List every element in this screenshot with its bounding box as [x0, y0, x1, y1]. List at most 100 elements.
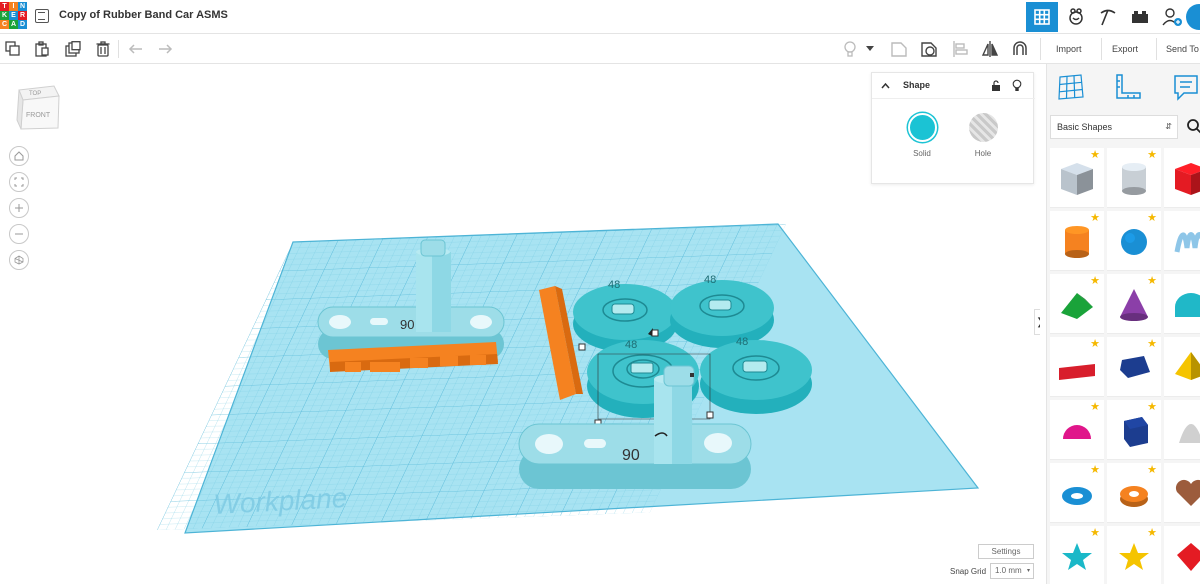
round-roof-shape-icon [1175, 293, 1200, 317]
workplane-button[interactable] [1057, 73, 1085, 101]
shape-tile-polygon[interactable]: ★ [1107, 337, 1161, 397]
settings-button[interactable]: Settings [978, 544, 1034, 559]
shape-tile-round-roof[interactable]: ★ [1164, 274, 1200, 334]
hide-button[interactable] [919, 39, 939, 59]
document-title[interactable]: Copy of Rubber Band Car ASMS [59, 9, 228, 21]
shape-tile-paraboloid[interactable]: ★ [1164, 400, 1200, 460]
shape-search-button[interactable] [1186, 118, 1200, 134]
ruler-icon [1116, 74, 1141, 99]
favorite-star-icon[interactable]: ★ [1147, 402, 1157, 413]
grid-view-button[interactable] [1026, 2, 1058, 32]
delete-icon [96, 41, 110, 57]
bricks-mode-button[interactable] [1092, 2, 1124, 32]
box-hole-shape-icon [1061, 163, 1093, 195]
profile-avatar[interactable] [1186, 4, 1200, 30]
favorite-star-icon[interactable]: ★ [1147, 528, 1157, 539]
zoom-in-button[interactable] [9, 198, 29, 218]
shape-tile-cylinder-hole[interactable]: ★ [1107, 148, 1161, 208]
shape-tile-hexagonal-prism[interactable]: ★ [1107, 400, 1161, 460]
panel-toggle-tab[interactable]: ❯ [1034, 309, 1040, 335]
logo-letter: K [0, 11, 9, 20]
shape-tile-pyramid[interactable]: ★ [1164, 337, 1200, 397]
shape-tile-heart[interactable]: ★ [1164, 463, 1200, 523]
favorite-star-icon[interactable]: ★ [1090, 213, 1100, 224]
hole-swatch[interactable] [968, 113, 998, 142]
hole-option[interactable]: Hole [963, 113, 1003, 158]
paste-icon [35, 41, 49, 57]
solid-option[interactable]: Solid [902, 113, 942, 158]
shape-library-select[interactable]: Basic Shapes ⇵ [1050, 115, 1178, 139]
undo-button[interactable] [126, 39, 146, 59]
import-button[interactable]: Import [1056, 41, 1082, 57]
light-bulb-icon[interactable] [1012, 79, 1022, 92]
pickaxe-icon [1100, 9, 1116, 26]
copy-button[interactable] [3, 39, 23, 59]
shape-tile-cylinder[interactable]: ★ [1050, 211, 1104, 271]
view-cube[interactable]: TOP FRONT [16, 82, 60, 130]
solid-swatch[interactable] [907, 113, 937, 142]
show-all-icon [891, 42, 907, 57]
shape-tile-star[interactable]: ★ [1050, 526, 1104, 584]
collapse-chevron-icon[interactable] [881, 82, 890, 89]
favorite-star-icon[interactable]: ★ [1090, 528, 1100, 539]
favorite-star-icon[interactable]: ★ [1147, 276, 1157, 287]
favorite-star-icon[interactable]: ★ [1147, 150, 1157, 161]
shape-tile-box[interactable]: ★ [1164, 148, 1200, 208]
shape-tile-cone[interactable]: ★ [1107, 274, 1161, 334]
polygon-shape-icon [1120, 356, 1150, 378]
zoom-out-button[interactable] [9, 224, 29, 244]
export-button[interactable]: Export [1112, 41, 1138, 57]
edit-toolbar [0, 34, 1040, 64]
favorite-star-icon[interactable]: ★ [1147, 213, 1157, 224]
shape-tile-roof[interactable]: ★ [1050, 274, 1104, 334]
favorite-star-icon[interactable]: ★ [1090, 339, 1100, 350]
favorite-star-icon[interactable]: ★ [1147, 465, 1157, 476]
shape-tile-star-gold[interactable]: ★ [1107, 526, 1161, 584]
shape-tile-box-hole[interactable]: ★ [1050, 148, 1104, 208]
ruler-button[interactable] [1114, 73, 1142, 101]
note-button[interactable] [840, 39, 860, 59]
shape-tile-tube[interactable]: ★ [1107, 463, 1161, 523]
shape-tile-text[interactable]: ★ [1050, 337, 1104, 397]
favorite-star-icon[interactable]: ★ [1090, 276, 1100, 287]
tinkercad-logo[interactable]: T I N K E R C A D [0, 2, 28, 30]
fit-view-icon [14, 177, 24, 187]
perspective-button[interactable] [9, 250, 29, 270]
mirror-button[interactable] [980, 39, 1000, 59]
send-to-button[interactable]: Send To [1166, 41, 1199, 57]
fit-view-button[interactable] [9, 172, 29, 192]
duplicate-icon [65, 41, 81, 57]
shape-tile-sphere[interactable]: ★ [1107, 211, 1161, 271]
lock-icon[interactable] [991, 80, 1001, 92]
favorite-star-icon[interactable]: ★ [1090, 150, 1100, 161]
show-all-button[interactable] [889, 39, 909, 59]
favorite-star-icon[interactable]: ★ [1147, 339, 1157, 350]
shape-tile-gem[interactable]: ★ [1164, 526, 1200, 584]
shape-tile-torus[interactable]: ★ [1050, 463, 1104, 523]
favorite-star-icon[interactable]: ★ [1090, 465, 1100, 476]
blocks-button[interactable] [1060, 2, 1092, 32]
favorite-star-icon[interactable]: ★ [1090, 402, 1100, 413]
workplane-grid-icon [1058, 74, 1084, 100]
invite-button[interactable] [1156, 2, 1188, 32]
view-cube-front-label: FRONT [26, 112, 51, 119]
align-button[interactable] [950, 39, 970, 59]
cylinder-hole-shape-icon [1122, 163, 1146, 195]
lego-mode-button[interactable] [1124, 2, 1156, 32]
shape-tile-half-sphere[interactable]: ★ [1050, 400, 1104, 460]
note-dropdown[interactable] [864, 39, 876, 59]
import-export-bar: Import Export Send To [1040, 34, 1200, 64]
logo-letter: D [18, 20, 27, 29]
redo-button[interactable] [155, 39, 175, 59]
workplane-canvas[interactable]: Workplane 90 48 48 48 48 90 TOP FRONT Sh… [0, 64, 1040, 584]
home-view-button[interactable] [9, 146, 29, 166]
duplicate-button[interactable] [63, 39, 83, 59]
delete-button[interactable] [93, 39, 113, 59]
snap-grid-select[interactable]: 1.0 mm ▾ [990, 563, 1034, 579]
design-list-icon[interactable] [35, 9, 49, 23]
shape-tile-scribble[interactable]: ★ [1164, 211, 1200, 271]
paste-button[interactable] [32, 39, 52, 59]
wheel-label: 48 [736, 336, 748, 348]
group-button[interactable] [1010, 39, 1030, 59]
notes-button[interactable] [1172, 73, 1200, 101]
